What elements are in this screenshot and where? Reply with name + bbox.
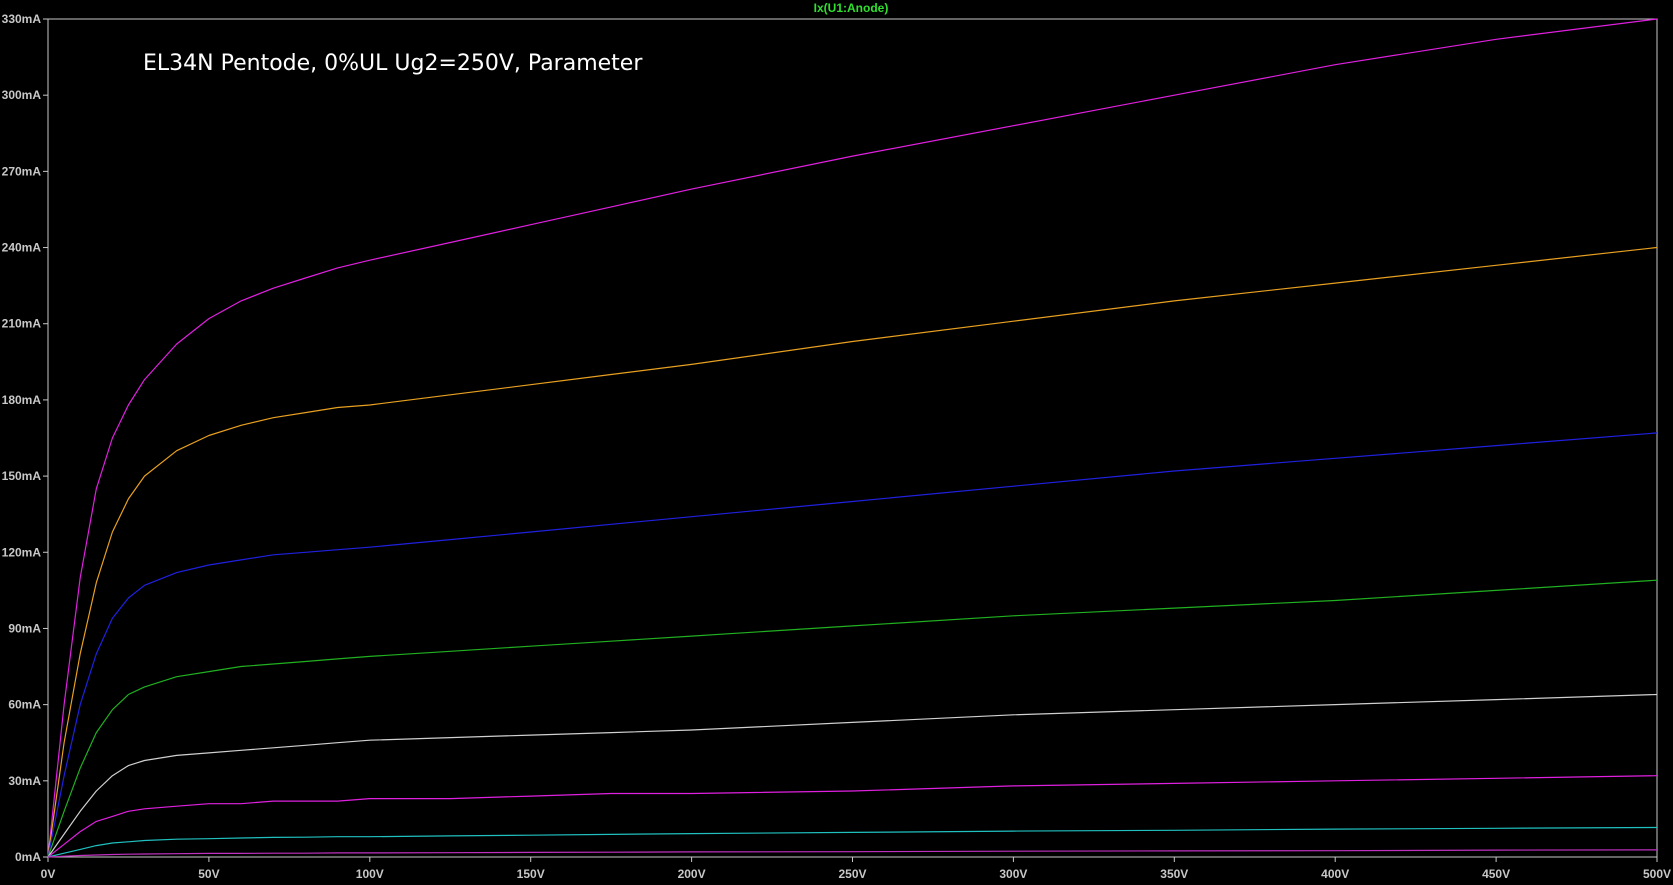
y-tick-label: 300mA	[2, 88, 42, 102]
plot-background	[0, 0, 1673, 885]
x-tick-label: 100V	[356, 867, 384, 881]
y-tick-label: 180mA	[2, 393, 42, 407]
x-tick-label: 250V	[838, 867, 866, 881]
y-tick-label: 270mA	[2, 164, 42, 178]
y-tick-label: 330mA	[2, 12, 42, 26]
y-tick-label: 60mA	[8, 698, 41, 712]
x-tick-label: 150V	[517, 867, 545, 881]
trace-title[interactable]: Ix(U1:Anode)	[814, 1, 889, 15]
x-tick-label: 450V	[1482, 867, 1510, 881]
x-tick-label: 300V	[999, 867, 1027, 881]
y-tick-label: 150mA	[2, 469, 42, 483]
x-tick-label: 500V	[1643, 867, 1671, 881]
y-tick-label: 0mA	[15, 850, 41, 864]
y-tick-label: 210mA	[2, 317, 42, 331]
y-tick-label: 30mA	[8, 774, 41, 788]
y-tick-label: 240mA	[2, 241, 42, 255]
plot-annotation: EL34N Pentode, 0%UL Ug2=250V, Parameter	[143, 51, 643, 76]
x-tick-label: 0V	[41, 867, 56, 881]
x-tick-label: 50V	[198, 867, 219, 881]
x-tick-label: 200V	[678, 867, 706, 881]
y-tick-label: 90mA	[8, 621, 41, 635]
plot-area: Ix(U1:Anode) EL34N Pentode, 0%UL Ug2=250…	[0, 0, 1673, 885]
x-tick-label: 400V	[1321, 867, 1349, 881]
x-tick-label: 350V	[1160, 867, 1188, 881]
y-tick-label: 120mA	[2, 545, 42, 559]
